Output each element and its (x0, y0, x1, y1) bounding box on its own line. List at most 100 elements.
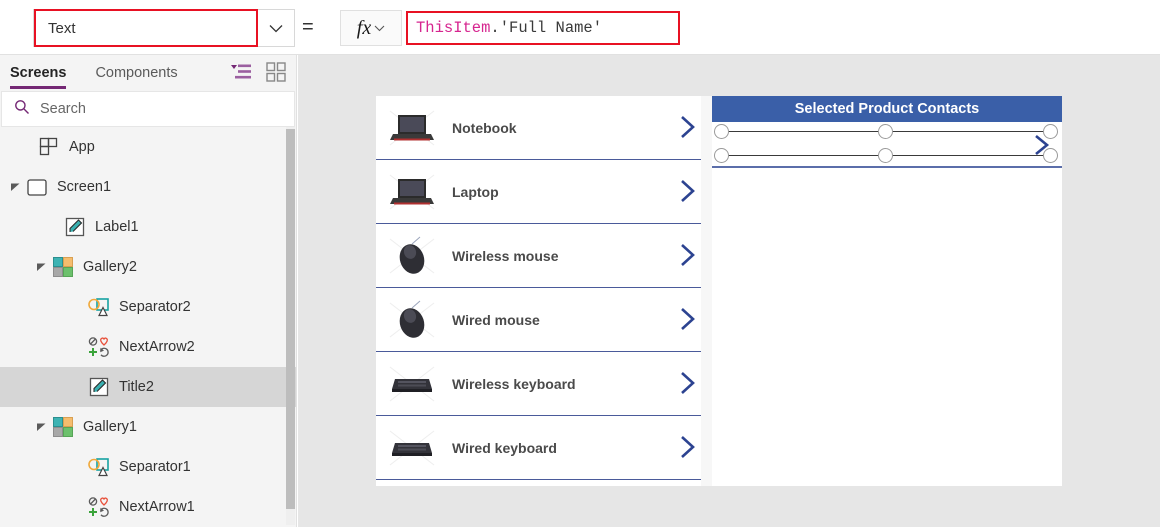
property-select-value[interactable]: Text (34, 9, 258, 47)
tree-item-nextarrow1[interactable]: NextArrow1 (0, 487, 296, 525)
contacts-header: Selected Product Contacts (712, 96, 1062, 122)
product-label: Wireless mouse (452, 247, 559, 264)
tab-components[interactable]: Components (95, 55, 177, 91)
tree-item-separator1[interactable]: Separator1 (0, 447, 296, 487)
resize-handle-bottom-right[interactable] (1043, 148, 1058, 163)
tree-item-label: Label1 (95, 219, 139, 235)
tree-list: App Screen1 Label1 Gallery2 Separator2 NextAr… (0, 127, 296, 525)
shapes-icon (88, 296, 110, 318)
chevron-right-icon[interactable] (678, 306, 698, 337)
formula-token-plain: .'Full Name' (490, 19, 603, 37)
contacts-gallery-body (712, 170, 1062, 486)
chevron-right-icon[interactable] (678, 178, 698, 209)
product-gallery-item[interactable]: Notebook (376, 96, 712, 160)
fx-button[interactable]: fx (340, 10, 402, 46)
gallery2-scrollbar[interactable] (701, 96, 712, 486)
product-label: Wired keyboard (452, 439, 557, 456)
tab-components-label: Components (95, 65, 178, 81)
product-gallery-item[interactable]: Laptop (376, 160, 712, 224)
resize-handle-bottom-center[interactable] (878, 148, 893, 163)
list-view-icon[interactable] (230, 62, 252, 82)
tree-item-nextarrow2[interactable]: NextArrow2 (0, 327, 296, 367)
keyboard-image (386, 427, 438, 469)
fx-label: fx (356, 16, 372, 39)
tree-item-label: NextArrow1 (119, 499, 195, 515)
search-icon (14, 99, 30, 120)
resize-handle-bottom-left[interactable] (714, 148, 729, 163)
chevron-down-icon[interactable] (258, 9, 294, 47)
property-selector[interactable]: Text (33, 9, 295, 47)
laptop-open-image (386, 171, 438, 213)
product-label: Wireless keyboard (452, 375, 576, 392)
tree-item-gallery2[interactable]: Gallery2 (0, 247, 296, 287)
chevron-down-icon[interactable] (374, 19, 385, 37)
mouse-image (386, 235, 438, 277)
shapes-icon (88, 456, 110, 478)
tree-item-label: Gallery2 (83, 259, 137, 275)
mouse-image (386, 299, 438, 341)
label-icon (64, 216, 86, 238)
product-gallery-item[interactable]: Wireless keyboard (376, 352, 712, 416)
product-gallery-item[interactable]: Wired mouse (376, 288, 712, 352)
product-label: Wired mouse (452, 311, 540, 328)
expander-collapse-icon[interactable] (36, 261, 48, 273)
tree-scrollbar[interactable] (286, 127, 295, 525)
chevron-right-icon[interactable] (678, 114, 698, 145)
chevron-right-icon[interactable] (678, 242, 698, 273)
screen-icon (26, 176, 48, 198)
label-icon (88, 376, 110, 398)
app-icon (38, 136, 60, 158)
gallery-icon (52, 256, 74, 278)
tree-item-label: Separator1 (119, 459, 191, 475)
power-apps-studio: Text = fx ThisItem .'Full Name' Screens … (0, 0, 1160, 527)
resize-handle-top-right[interactable] (1043, 124, 1058, 139)
tree-item-label: Title2 (119, 379, 154, 395)
equals-sign: = (302, 16, 314, 38)
chevron-right-icon[interactable] (678, 370, 698, 401)
tree-scrollbar-thumb[interactable] (286, 129, 295, 509)
product-label: Notebook (452, 119, 517, 136)
formula-bar: Text = fx ThisItem .'Full Name' (0, 0, 1160, 55)
search-placeholder: Search (40, 101, 86, 117)
search-input[interactable]: Search (1, 91, 295, 127)
gallery2-contacts[interactable]: Selected Product Contacts (701, 96, 1062, 486)
laptop-open-image (386, 107, 438, 149)
tree-view-panel: Screens Components Search App Screen1 La… (0, 55, 297, 527)
expander-collapse-icon[interactable] (10, 181, 22, 193)
tab-screens[interactable]: Screens (10, 55, 67, 91)
icons-group-icon (88, 336, 110, 358)
tree-item-label: Separator2 (119, 299, 191, 315)
gallery-icon (52, 416, 74, 438)
tree-item-separator2[interactable]: Separator2 (0, 287, 296, 327)
keyboard-image (386, 363, 438, 405)
tree-view-tools (230, 62, 286, 82)
tree-item-title2[interactable]: Title2 (0, 367, 296, 407)
tree-item-app[interactable]: App (0, 127, 296, 167)
gallery1-products[interactable]: Notebook Laptop Wireless mouse Wired mouse W… (376, 96, 712, 486)
app-canvas: Notebook Laptop Wireless mouse Wired mouse W… (298, 55, 1160, 527)
product-label: Laptop (452, 183, 499, 200)
resize-handle-top-center[interactable] (878, 124, 893, 139)
tree-item-gallery1[interactable]: Gallery1 (0, 407, 296, 447)
formula-input[interactable]: ThisItem .'Full Name' (406, 11, 680, 45)
product-gallery-item[interactable]: Wireless mouse (376, 224, 712, 288)
grid-view-icon[interactable] (266, 62, 286, 82)
contacts-selected-row[interactable] (712, 122, 1062, 168)
product-gallery-item[interactable]: Wired keyboard (376, 416, 712, 480)
tree-item-screen1[interactable]: Screen1 (0, 167, 296, 207)
formula-token-identifier: ThisItem (416, 19, 491, 37)
icons-group-icon (88, 496, 110, 518)
resize-handle-top-left[interactable] (714, 124, 729, 139)
tree-tabs: Screens Components (0, 55, 296, 91)
tree-item-label1[interactable]: Label1 (0, 207, 296, 247)
chevron-right-icon[interactable] (678, 434, 698, 465)
expander-collapse-icon[interactable] (36, 421, 48, 433)
tree-item-label: Gallery1 (83, 419, 137, 435)
tree-item-label: App (69, 139, 95, 155)
